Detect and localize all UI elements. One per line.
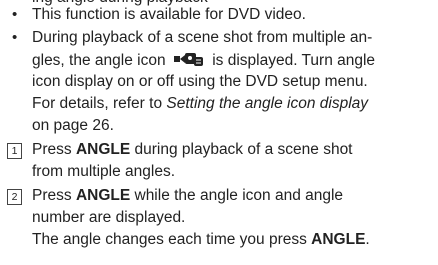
angle-camera-icon	[172, 50, 206, 74]
bullet-marker: •	[12, 6, 18, 23]
step-1-number: 1	[7, 143, 22, 159]
step-2-suffix: while the angle icon and angle	[130, 187, 344, 204]
bullet-2-line-4-prefix: For details, refer to	[32, 95, 167, 112]
bullet-marker: •	[12, 29, 18, 46]
angle-key-label: ANGLE	[75, 187, 131, 204]
cross-reference-title: Setting the angle icon display	[166, 95, 369, 112]
step-1-line-2: from multiple angles.	[32, 163, 176, 180]
step-2-line-3-suffix: .	[365, 231, 370, 248]
bullet-2-line-2-end: is displayed. Turn angle	[212, 52, 376, 69]
step-2-line-1: Press ANGLE while the angle icon and ang…	[32, 186, 343, 206]
angle-key-label: ANGLE	[75, 141, 131, 158]
step-2-prefix: Press	[32, 187, 76, 204]
step-2-line-3-prefix: The angle changes each time you press	[32, 231, 312, 248]
step-1-suffix: during playback of a scene shot	[130, 141, 353, 158]
bullet-2-line-4: For details, refer to Setting the angle …	[32, 94, 368, 114]
bullet-1-text: This function is available for DVD video…	[32, 6, 306, 23]
document-page: ing angle during playback • This functio…	[0, 0, 438, 265]
step-2-line-2: number are displayed.	[32, 209, 186, 226]
step-2-number: 2	[7, 189, 22, 205]
step-2-line-3: The angle changes each time you press AN…	[32, 230, 370, 250]
step-1-prefix: Press	[32, 141, 76, 158]
angle-key-label: ANGLE	[311, 231, 366, 248]
bullet-2-line-2: gles, the angle icon is displayed. Turn …	[32, 50, 375, 74]
bullet-2-line-5: on page 26.	[32, 117, 114, 134]
bullet-2-line-1: During playback of a scene shot from mul…	[32, 29, 373, 46]
bullet-2-line-3: icon display on or off using the DVD set…	[32, 73, 368, 90]
bullet-2-line-2-start: gles, the angle icon	[32, 52, 166, 69]
step-1-line-1: Press ANGLE during playback of a scene s…	[32, 140, 353, 160]
